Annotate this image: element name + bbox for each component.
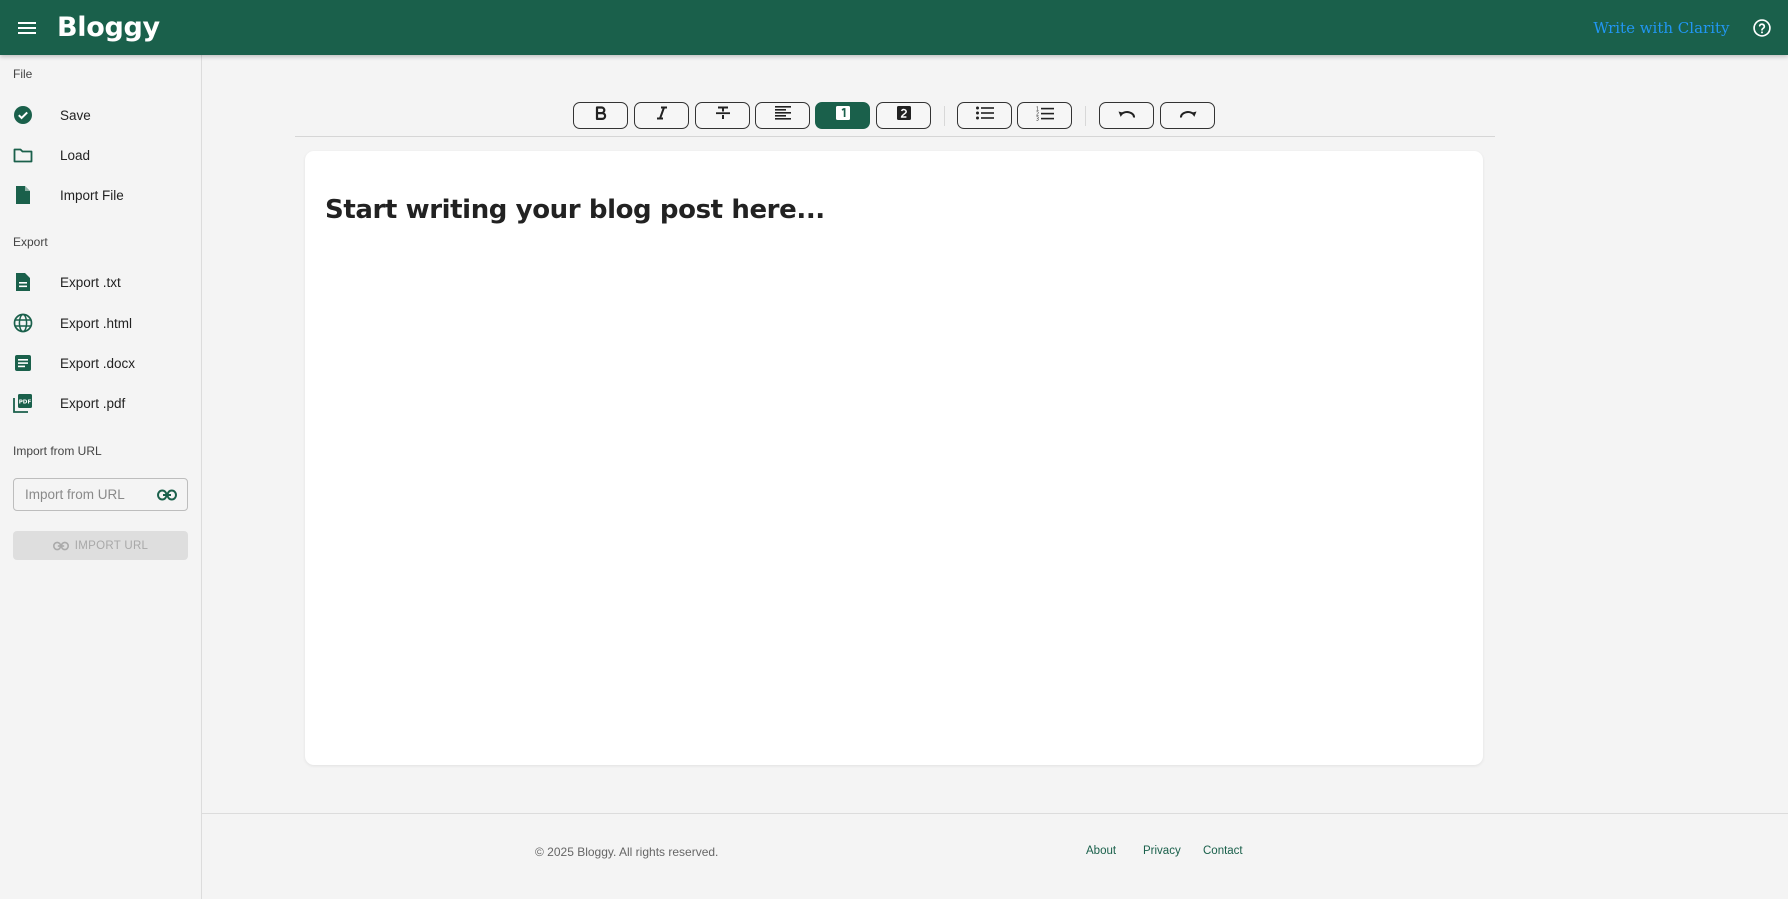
globe-icon <box>13 313 33 333</box>
pdf-icon: PDF <box>13 393 33 413</box>
import-url-input[interactable] <box>25 487 145 502</box>
editor-canvas[interactable]: Start writing your blog post here... <box>305 151 1483 765</box>
menu-icon[interactable] <box>13 14 41 42</box>
align-left-button[interactable] <box>755 102 810 129</box>
sidebar-item-label: Load <box>60 147 91 163</box>
footer: © 2025 Bloggy. All rights reserved. Abou… <box>202 813 1788 899</box>
svg-text:PDF: PDF <box>19 400 32 406</box>
folder-icon <box>13 145 33 165</box>
svg-text:3: 3 <box>1036 116 1039 121</box>
align-left-icon <box>774 106 791 125</box>
import-url-button-label: IMPORT URL <box>74 539 149 552</box>
app-bar: Bloggy Write with Clarity <box>0 0 1788 55</box>
sidebar: File Save Load Import File Export Export… <box>0 55 202 899</box>
strikethrough-button[interactable] <box>695 102 750 129</box>
heading-2-icon <box>896 106 911 125</box>
file-icon <box>13 185 33 205</box>
sidebar-item-label: Export .txt <box>60 274 121 290</box>
sidebar-item-label: Export .html <box>60 315 133 331</box>
section-label-export: Export <box>13 235 48 249</box>
sidebar-item-export-pdf[interactable]: PDF Export .pdf <box>0 385 201 421</box>
sidebar-item-export-txt[interactable]: Export .txt <box>0 264 201 300</box>
undo-button[interactable] <box>1099 102 1154 129</box>
link-icon[interactable] <box>157 489 177 501</box>
strikethrough-icon <box>715 106 731 125</box>
sidebar-item-import-file[interactable]: Import File <box>0 177 201 213</box>
toolbar-divider <box>944 106 945 126</box>
document-icon <box>13 353 33 373</box>
heading-1-icon <box>835 106 850 125</box>
editor-toolbar: 123 <box>295 100 1495 137</box>
section-label-import-url: Import from URL <box>13 444 102 458</box>
editor-heading[interactable]: Start writing your blog post here... <box>325 195 825 225</box>
footer-link-about[interactable]: About <box>1086 845 1116 857</box>
numbered-list-icon: 123 <box>1036 106 1054 126</box>
sidebar-item-label: Save <box>60 107 91 123</box>
heading-1-button[interactable] <box>815 102 870 129</box>
italic-button[interactable] <box>634 102 689 129</box>
bold-button[interactable] <box>573 102 628 129</box>
footer-link-contact[interactable]: Contact <box>1203 845 1243 857</box>
sidebar-item-label: Import File <box>60 187 124 203</box>
sidebar-item-label: Export .docx <box>60 355 136 371</box>
footer-copyright: © 2025 Bloggy. All rights reserved. <box>535 845 719 859</box>
help-icon[interactable] <box>1750 16 1774 40</box>
sidebar-item-save[interactable]: Save <box>0 97 201 133</box>
bullet-list-button[interactable] <box>957 102 1012 129</box>
redo-button[interactable] <box>1160 102 1215 129</box>
bold-icon <box>594 106 608 125</box>
section-label-file: File <box>13 67 33 81</box>
redo-icon <box>1179 107 1197 125</box>
import-url-button[interactable]: IMPORT URL <box>13 531 188 560</box>
write-with-clarity-link[interactable]: Write with Clarity <box>1593 19 1729 37</box>
sidebar-item-label: Export .pdf <box>60 395 126 411</box>
brand-title: Bloggy <box>57 12 160 43</box>
numbered-list-button[interactable]: 123 <box>1017 102 1072 129</box>
footer-link-privacy[interactable]: Privacy <box>1143 845 1181 857</box>
link-icon <box>52 541 69 551</box>
sidebar-item-export-docx[interactable]: Export .docx <box>0 345 201 381</box>
check-circle-icon <box>13 105 33 125</box>
import-url-field <box>13 478 188 511</box>
sidebar-item-export-html[interactable]: Export .html <box>0 305 201 341</box>
heading-2-button[interactable] <box>876 102 931 129</box>
italic-icon <box>655 106 669 125</box>
sidebar-item-load[interactable]: Load <box>0 137 201 173</box>
bullet-list-icon <box>975 106 994 125</box>
text-file-icon <box>13 272 33 292</box>
toolbar-divider <box>1085 106 1086 126</box>
undo-icon <box>1118 107 1136 125</box>
